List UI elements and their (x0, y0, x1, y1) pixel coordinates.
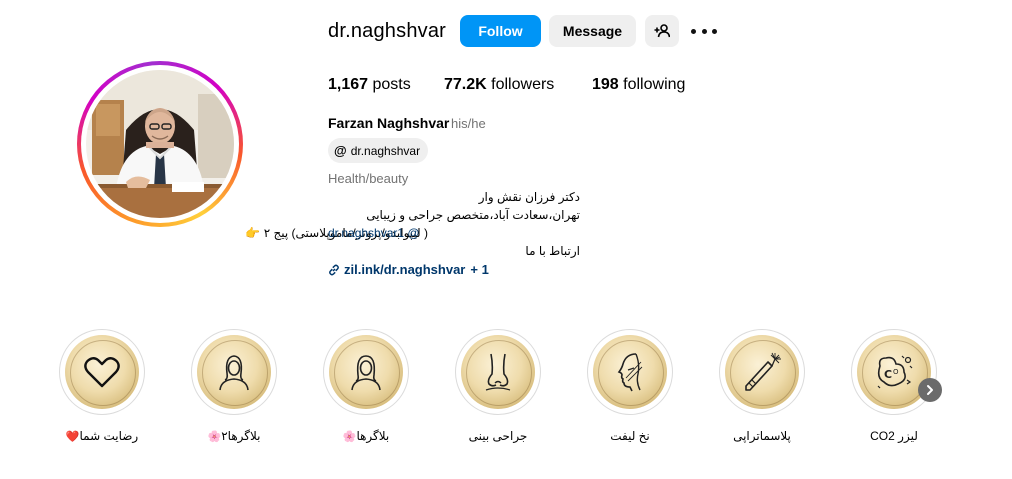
bio-line-4: ارتباط با ما (525, 244, 580, 258)
highlight-cover: C O (857, 335, 931, 409)
username: dr.naghshvar (328, 20, 447, 42)
mention-link[interactable]: dr.naghshvar1 @ (328, 226, 420, 240)
highlight-1-text: رضایت شما (79, 429, 139, 443)
highlight-3[interactable] (323, 329, 409, 415)
posts-stat: 1,167 posts (328, 76, 411, 94)
add-person-icon (654, 24, 670, 38)
flower-emoji: 🌸 (207, 431, 222, 443)
highlight-2-text: بلاگرها۲ (221, 429, 261, 443)
highlight-cover (725, 335, 799, 409)
highlight-4[interactable] (455, 329, 541, 415)
bio-line-1: دکتر فرزان نقش وار (478, 190, 580, 204)
highlight-7-label: لیزر CO2 (870, 429, 918, 443)
bio-line-2: تهران،سعادت آباد،متخصص جراحی و زیبایی (366, 208, 580, 222)
posts-label: posts (372, 76, 411, 93)
svg-text:O: O (893, 368, 899, 376)
flower-emoji: 🌸 (342, 431, 357, 443)
avatar-photo (86, 70, 234, 218)
highlight-cover (593, 335, 667, 409)
message-button[interactable]: Message (549, 15, 636, 47)
highlight-6-label: پلاسماتراپی (733, 429, 791, 443)
highlight-6[interactable] (719, 329, 805, 415)
highlight-5[interactable] (587, 329, 673, 415)
pronouns: his/he (451, 116, 486, 131)
following-count: 198 (592, 76, 619, 93)
highlight-cover (197, 335, 271, 409)
avatar-story-ring[interactable] (77, 61, 243, 227)
link-icon (329, 264, 339, 275)
highlight-3-label: بلاگرها🌸 (306, 429, 426, 443)
highlight-5-label: نخ لیفت (610, 429, 650, 443)
followers-stat[interactable]: 77.2K followers (444, 76, 554, 94)
external-link[interactable]: zil.ink/dr.naghshvar + 1 (328, 262, 489, 277)
nose-icon (485, 353, 511, 391)
red-heart-emoji: ❤️ (65, 431, 80, 443)
full-name: Farzan Naghshvar (328, 115, 450, 131)
laser-co2-icon: C O (877, 355, 913, 389)
followers-count: 77.2K (444, 76, 487, 93)
plasma-pen-icon (745, 352, 781, 391)
more-dot (701, 28, 707, 34)
posts-count: 1,167 (328, 76, 369, 93)
avatar[interactable] (86, 70, 234, 218)
threads-icon: @ (334, 143, 347, 158)
highlight-2[interactable] (191, 329, 277, 415)
svg-text:C: C (884, 368, 892, 381)
more-options-icon[interactable] (691, 20, 717, 42)
highlight-cover (329, 335, 403, 409)
highlight-cover (65, 335, 139, 409)
highlight-2-label: بلاگرها۲🌸 (174, 429, 294, 443)
highlight-3-text: بلاگرها (356, 429, 390, 443)
highlight-cover (461, 335, 535, 409)
more-dot (691, 28, 696, 34)
more-dot (712, 28, 717, 34)
external-link-extra: + 1 (470, 262, 489, 277)
face-profile-icon (617, 353, 643, 392)
followers-label: followers (491, 76, 555, 93)
follow-button[interactable]: Follow (460, 15, 541, 47)
heart-icon (84, 357, 120, 388)
chevron-right-icon (927, 385, 933, 395)
external-link-text: zil.ink/dr.naghshvar (344, 262, 466, 277)
suggested-accounts-button[interactable] (645, 15, 679, 47)
following-label: following (623, 76, 686, 93)
woman-icon (219, 355, 249, 391)
highlights-next-button[interactable] (918, 378, 942, 402)
highlight-1-label: رضایت شما❤️ (42, 429, 162, 443)
threads-badge[interactable]: @ dr.naghshvar (328, 138, 429, 163)
following-stat[interactable]: 198 following (592, 76, 685, 94)
highlight-7[interactable]: C O (851, 329, 937, 415)
highlight-1[interactable] (59, 329, 145, 415)
highlight-4-label: جراحی بینی (468, 429, 528, 443)
threads-handle: dr.naghshvar (350, 143, 421, 158)
woman-icon (351, 355, 381, 391)
category-label: Health/beauty (328, 171, 409, 186)
